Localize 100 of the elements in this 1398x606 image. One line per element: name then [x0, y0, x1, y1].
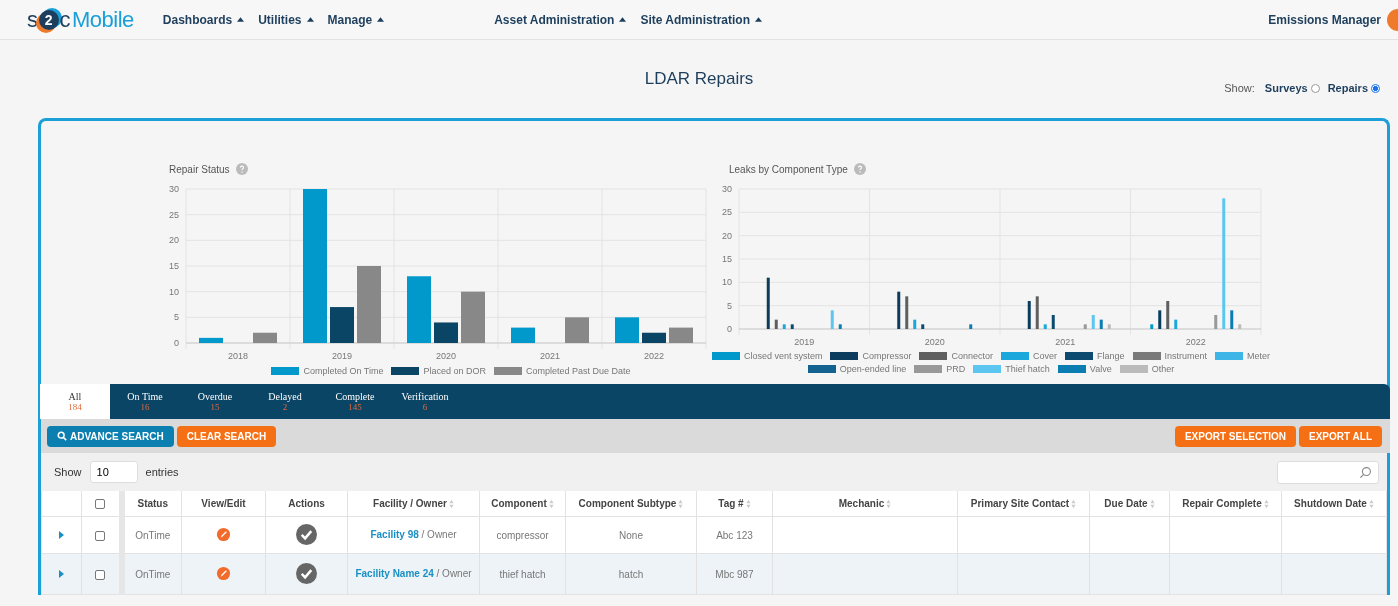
sort-icon[interactable]	[1149, 498, 1155, 509]
filter-tab[interactable]: Complete 145	[320, 384, 390, 419]
legend-label[interactable]: Compressor	[862, 351, 912, 361]
legend-label[interactable]: Flange	[1097, 351, 1125, 361]
bar[interactable]	[434, 322, 458, 343]
y-axis-label: 15	[722, 254, 732, 264]
y-axis-label: 20	[722, 230, 732, 241]
bar[interactable]	[1027, 301, 1031, 329]
filter-tab[interactable]: On Time 16	[110, 384, 180, 419]
y-axis-label: 10	[722, 277, 732, 288]
bar[interactable]	[642, 332, 666, 343]
search-icon	[57, 431, 67, 441]
help-icon[interactable]	[235, 163, 248, 175]
bar[interactable]	[1035, 296, 1039, 329]
bar[interactable]	[1099, 319, 1103, 329]
row-checkbox[interactable]	[95, 569, 106, 580]
caret-icon	[377, 17, 385, 22]
sort-icon[interactable]	[1368, 498, 1374, 509]
nav-menu[interactable]: Asset Administration	[489, 8, 632, 31]
nav-menu[interactable]: Utilities	[253, 8, 319, 31]
checkmark-icon[interactable]	[296, 523, 317, 545]
help-icon[interactable]	[853, 163, 866, 175]
legend-label[interactable]: Open-ended line	[839, 364, 907, 374]
bar[interactable]	[838, 324, 842, 329]
sort-icon[interactable]	[448, 498, 454, 509]
bar[interactable]	[969, 324, 973, 329]
select-all-checkbox[interactable]	[95, 499, 106, 510]
x-axis-label: 2020	[924, 337, 945, 347]
filter-tab[interactable]: Verification 6	[390, 384, 460, 419]
y-axis-label: 5	[174, 312, 179, 323]
sort-icon[interactable]	[886, 498, 892, 509]
sort-icon[interactable]	[1263, 498, 1269, 509]
legend-label[interactable]: Placed on DOR	[423, 366, 486, 376]
column-header[interactable]: Tag #	[718, 498, 744, 509]
column-header[interactable]: Actions	[288, 498, 325, 509]
logo[interactable]: s 2 cMobile	[27, 6, 134, 33]
x-axis-label: 2018	[228, 351, 248, 361]
component-text: thief hatch	[499, 568, 546, 580]
legend-label[interactable]: Thief hatch	[1005, 364, 1050, 374]
legend-label[interactable]: Other	[1151, 364, 1175, 374]
x-axis-label: 2022	[644, 351, 664, 361]
legend-label[interactable]: Instrument	[1164, 351, 1208, 361]
bar[interactable]	[897, 291, 901, 329]
legend-label[interactable]: Meter	[1247, 351, 1271, 361]
y-axis-label: 15	[169, 261, 179, 271]
checkmark-icon[interactable]	[296, 562, 317, 584]
bar[interactable]	[790, 324, 794, 329]
advance-search-button[interactable]: ADVANCE SEARCH	[47, 425, 174, 447]
nav-menu[interactable]: Dashboards	[157, 8, 250, 31]
legend-label[interactable]: Cover	[1033, 351, 1057, 361]
expand-icon[interactable]	[59, 569, 64, 578]
radio-icon[interactable]	[1371, 83, 1380, 93]
caret-icon	[237, 17, 245, 22]
user-name[interactable]: Emissions Manager	[1268, 12, 1381, 27]
legend-label[interactable]: PRD	[946, 364, 966, 374]
radio-option[interactable]: Surveys	[1264, 82, 1320, 94]
show-label: Show:	[1224, 82, 1255, 94]
bar[interactable]	[905, 296, 909, 329]
sort-icon[interactable]	[1071, 498, 1077, 509]
row-checkbox[interactable]	[95, 530, 106, 541]
filter-tab[interactable]: Overdue 15	[180, 384, 250, 419]
edit-icon[interactable]	[216, 565, 231, 581]
status-text: OnTime	[135, 529, 171, 541]
nav-menu[interactable]: Site Administration	[635, 8, 768, 31]
y-axis-label: 30	[169, 184, 179, 194]
x-axis-label: 2022	[1185, 337, 1206, 347]
x-axis-label: 2019	[794, 337, 815, 347]
x-axis-label: 2021	[540, 351, 560, 361]
legend-label[interactable]: Closed vent system	[743, 351, 823, 361]
x-axis-label: 2019	[332, 351, 352, 361]
radio-option[interactable]: Repairs	[1327, 82, 1380, 94]
tag-text: Abc 123	[716, 529, 753, 541]
filter-tab[interactable]: Delayed 2	[250, 384, 320, 419]
facility-link[interactable]: Facility 98	[370, 529, 419, 540]
bar[interactable]	[1166, 301, 1170, 329]
legend-label[interactable]: Valve	[1089, 364, 1112, 374]
search-field[interactable]	[1277, 460, 1379, 484]
expand-icon[interactable]	[59, 530, 64, 539]
y-axis-label: 30	[722, 184, 732, 194]
filter-tab[interactable]: All 184	[40, 384, 110, 419]
edit-icon[interactable]	[216, 526, 231, 542]
legend-label[interactable]: Completed Past Due Date	[526, 366, 631, 376]
owner-text: / Owner	[436, 568, 472, 579]
x-axis-label: 2021	[1055, 337, 1076, 347]
nav-menu[interactable]: Manage	[322, 8, 390, 31]
radio-icon[interactable]	[1310, 83, 1320, 93]
bar[interactable]	[1158, 310, 1162, 329]
sort-icon[interactable]	[745, 498, 751, 509]
bar[interactable]	[774, 319, 778, 329]
subtype-text: None	[619, 529, 643, 541]
sort-icon[interactable]	[548, 498, 554, 509]
entries-select[interactable]: 10	[89, 461, 138, 483]
bar[interactable]	[921, 324, 925, 329]
bar[interactable]	[1230, 310, 1234, 329]
bar[interactable]	[1051, 315, 1055, 329]
legend-label[interactable]: Connector	[951, 351, 993, 361]
sort-icon[interactable]	[678, 498, 684, 509]
legend-label[interactable]: Completed On Time	[303, 366, 384, 376]
bar[interactable]	[766, 277, 770, 329]
column-header[interactable]: Mechanic	[838, 498, 885, 509]
